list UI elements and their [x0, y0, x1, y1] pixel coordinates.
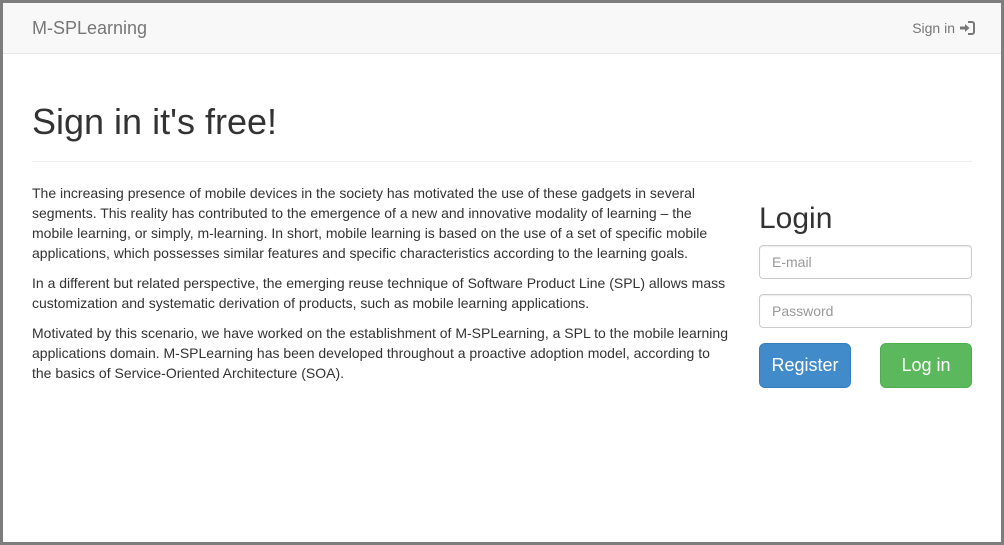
divider: [32, 161, 972, 162]
login-title: Login: [759, 202, 833, 235]
register-button[interactable]: Register: [759, 343, 851, 388]
intro-paragraph-3: Motivated by this scenario, we have work…: [32, 325, 728, 381]
intro-paragraph-1: The increasing presence of mobile device…: [32, 185, 708, 261]
login-button[interactable]: Log in: [880, 343, 972, 388]
browser-frame: M-SPLearning Sign in Sign in it's free! …: [0, 0, 1004, 545]
email-field[interactable]: [759, 245, 972, 279]
signin-link[interactable]: Sign in: [912, 19, 975, 37]
sign-in-icon: [960, 21, 975, 35]
brand-link[interactable]: M-SPLearning: [32, 17, 147, 39]
signin-link-label: Sign in: [912, 20, 955, 36]
page-title: Sign in it's free!: [32, 101, 277, 142]
password-field[interactable]: [759, 294, 972, 328]
navbar: M-SPLearning Sign in: [3, 3, 1001, 54]
intro-text: The increasing presence of mobile device…: [32, 183, 732, 393]
intro-paragraph-2: In a different but related perspective, …: [32, 275, 726, 311]
